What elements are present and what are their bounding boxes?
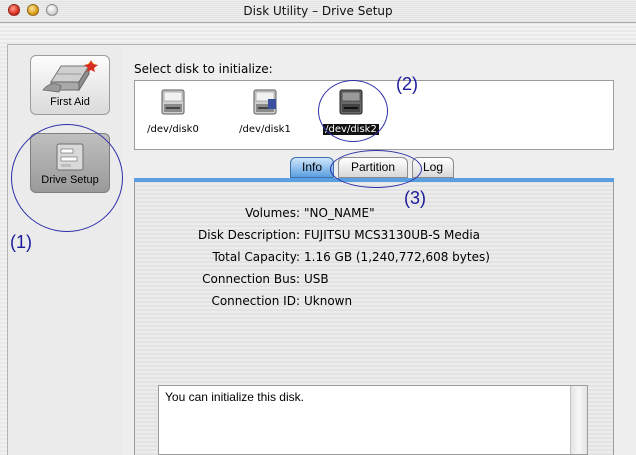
hard-drive-icon [161, 89, 185, 115]
disk-utility-window: Disk Utility – Drive Setup First Aid Dri… [0, 0, 636, 455]
info-key: Volumes: [245, 206, 300, 220]
info-row-total-capacity: Total Capacity: 1.16 GB (1,240,772,608 by… [150, 250, 490, 264]
annotation-circle-3 [330, 150, 422, 188]
hard-drive-icon [253, 89, 277, 115]
sidebar-item-label: First Aid [50, 96, 90, 108]
window-title: Disk Utility – Drive Setup [243, 4, 393, 18]
disk-item-disk1[interactable]: /dev/disk1 [237, 87, 293, 143]
annotation-circle-1 [11, 124, 123, 232]
disk-label: /dev/disk1 [239, 124, 291, 135]
info-row-volumes: Volumes: "NO_NAME" [150, 206, 375, 220]
status-message-box: You can initialize this disk. [158, 385, 588, 455]
disk-select-label: Select disk to initialize: [134, 62, 273, 76]
first-aid-icon [42, 60, 98, 93]
annotation-circle-2 [318, 80, 388, 142]
info-value: 1.16 GB (1,240,772,608 bytes) [304, 250, 490, 264]
info-key: Disk Description: [198, 228, 300, 242]
title-bar: Disk Utility – Drive Setup [0, 0, 636, 23]
info-value: FUJITSU MCS3130UB-S Media [304, 228, 481, 242]
status-message: You can initialize this disk. [165, 390, 304, 404]
sidebar-item-first-aid[interactable]: First Aid [30, 55, 110, 115]
annotation-label-3: (3) [404, 188, 426, 208]
info-row-disk-description: Disk Description: FUJITSU MCS3130UB-S Med… [150, 228, 480, 242]
annotation-label-2: (2) [396, 74, 418, 94]
info-value: "NO_NAME" [304, 206, 375, 220]
info-key: Connection ID: [211, 294, 300, 308]
info-value: USB [304, 272, 329, 286]
message-scrollbar[interactable] [570, 386, 587, 454]
tab-info[interactable]: Info [290, 157, 334, 178]
info-row-connection-bus: Connection Bus: USB [150, 272, 329, 286]
disk-item-disk0[interactable]: /dev/disk0 [145, 87, 201, 143]
disk-label: /dev/disk0 [147, 124, 199, 135]
info-key: Connection Bus: [202, 272, 300, 286]
info-row-connection-id: Connection ID: Uknown [150, 294, 352, 308]
info-key: Total Capacity: [212, 250, 300, 264]
annotation-label-1: (1) [10, 232, 32, 252]
info-value: Uknown [304, 294, 353, 308]
